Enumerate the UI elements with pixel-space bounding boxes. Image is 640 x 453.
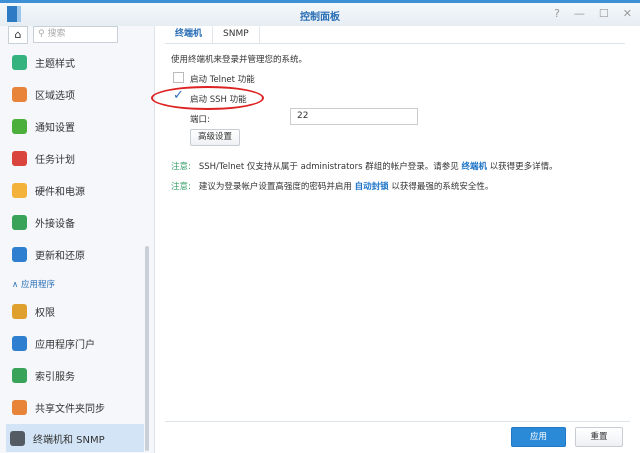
sidebar-item[interactable]: 任务计划	[8, 144, 146, 172]
apply-button[interactable]: 应用	[511, 427, 566, 447]
sidebar-item-label: 任务计划	[35, 154, 75, 166]
sidebar-item[interactable]: 权限	[8, 297, 146, 325]
sidebar-item-label: 应用程序门户	[35, 339, 95, 351]
highlight-circle	[151, 86, 264, 110]
note-1: 注意: SSH/Telnet 仅支持从属于 administrators 群组的帐…	[171, 162, 558, 172]
title-bar: 控制面板 ? — ☐ ✕	[0, 0, 640, 26]
sidebar-item[interactable]: 应用程序门户	[8, 329, 146, 357]
sidebar-item-label: 更新和还原	[35, 250, 85, 262]
sidebar-item-icon	[12, 335, 27, 351]
telnet-label: 启动 Telnet 功能	[190, 75, 255, 85]
sidebar-item-icon	[12, 182, 27, 198]
section-applications[interactable]: ∧ 应用程序	[12, 278, 55, 290]
minimize-button[interactable]: —	[574, 7, 585, 20]
terminal-link[interactable]: 终端机	[461, 162, 487, 172]
sidebar-item-icon	[12, 303, 27, 319]
port-input[interactable]: 22	[290, 108, 418, 125]
advanced-settings-button[interactable]: 高级设置	[190, 129, 240, 146]
sidebar-item[interactable]: 主题样式	[8, 48, 146, 76]
port-label: 端口:	[190, 115, 210, 125]
sidebar-item[interactable]: 更新和还原	[8, 240, 146, 268]
sidebar-item[interactable]: 索引服务	[8, 361, 146, 389]
tab-snmp[interactable]: SNMP	[213, 26, 260, 43]
sidebar-item-icon	[12, 150, 27, 166]
sidebar-item-icon	[12, 214, 27, 230]
sidebar-item[interactable]: 区域选项	[8, 80, 146, 108]
sidebar-item[interactable]: 通知设置	[8, 112, 146, 140]
telnet-checkbox[interactable]	[173, 72, 184, 83]
sidebar-item-label: 主题样式	[35, 58, 75, 70]
sidebar-item-icon	[12, 54, 27, 70]
sidebar-item-icon	[12, 86, 27, 102]
sidebar-item-label: 终端机和 SNMP	[33, 434, 105, 446]
footer	[165, 421, 630, 422]
home-button[interactable]: ⌂	[8, 26, 28, 44]
window-title: 控制面板	[300, 12, 340, 23]
sidebar-item[interactable]: 硬件和电源	[8, 176, 146, 204]
sidebar: ⌂ ⚲ 搜索 主题样式区域选项通知设置任务计划硬件和电源外接设备更新和还原权限应…	[0, 26, 155, 453]
maximize-button[interactable]: ☐	[599, 7, 609, 20]
auto-block-link[interactable]: 自动封锁	[355, 182, 389, 192]
sidebar-item-icon	[12, 367, 27, 383]
search-input[interactable]: ⚲ 搜索	[33, 26, 118, 43]
sidebar-item-label: 共享文件夹同步	[35, 403, 105, 415]
sidebar-item-label: 权限	[35, 307, 55, 319]
help-button[interactable]: ?	[554, 7, 560, 20]
sidebar-item-label: 外接设备	[35, 218, 75, 230]
sidebar-scrollbar[interactable]	[145, 246, 149, 451]
sidebar-item[interactable]: 外接设备	[8, 208, 146, 236]
intro-text: 使用终端机来登录并管理您的系统。	[171, 55, 308, 65]
close-button[interactable]: ✕	[623, 7, 632, 20]
note-2: 注意: 建议为登录帐户设置高强度的密码并启用 自动封锁 以获得最强的系统安全性。	[171, 182, 494, 192]
sidebar-item-label: 索引服务	[35, 371, 75, 383]
reset-button[interactable]: 重置	[575, 427, 623, 447]
sidebar-item-icon	[12, 118, 27, 134]
sidebar-item[interactable]: 终端机和 SNMP	[6, 424, 144, 452]
sidebar-item-label: 通知设置	[35, 122, 75, 134]
sidebar-item-icon	[10, 430, 25, 446]
tab-terminal[interactable]: 终端机	[165, 26, 214, 43]
sidebar-item-label: 硬件和电源	[35, 186, 85, 198]
home-icon: ⌂	[14, 28, 22, 41]
sidebar-item[interactable]: 共享文件夹同步	[8, 393, 146, 421]
sidebar-item-icon	[12, 246, 27, 262]
sidebar-item-label: 区域选项	[35, 90, 75, 102]
sidebar-item-icon	[12, 399, 27, 415]
